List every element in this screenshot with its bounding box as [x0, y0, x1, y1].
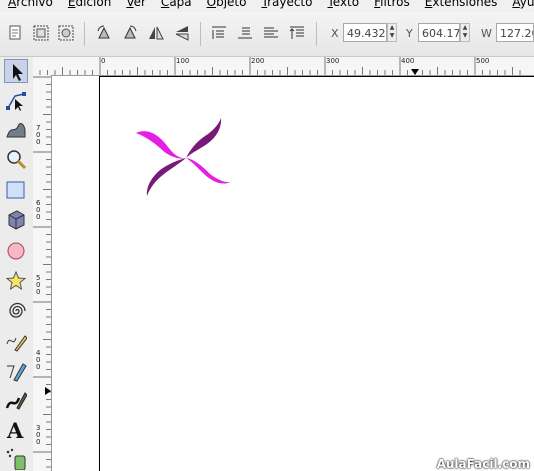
vertical-ruler[interactable]: 700 600 500 400 300: [33, 75, 52, 471]
h-ruler-label: 500: [476, 57, 490, 65]
v-ruler-label: 700: [36, 124, 41, 146]
select-all-layers-icon[interactable]: [32, 24, 50, 42]
zoom-tool[interactable]: [4, 147, 28, 171]
circle-icon: [7, 242, 25, 260]
deselect-icon[interactable]: [57, 24, 75, 42]
menu-objeto[interactable]: Objeto: [207, 0, 247, 9]
rectangle-tool[interactable]: [4, 178, 28, 202]
v-ruler-label: 500: [36, 274, 41, 296]
y-spinner[interactable]: ▲ ▼: [460, 23, 470, 42]
separator: [316, 22, 317, 46]
calligraphy-icon: [5, 392, 27, 410]
pen-tool[interactable]: [4, 359, 28, 383]
rotate-ccw-icon[interactable]: [95, 24, 113, 42]
calligraphy-tool[interactable]: [4, 389, 28, 413]
horizontal-ruler[interactable]: 0 100 200 300 400 500: [33, 57, 534, 76]
select-all-icon[interactable]: [6, 24, 24, 42]
node-tool[interactable]: [4, 89, 28, 113]
text-tool[interactable]: A: [4, 418, 28, 442]
flip-horizontal-icon[interactable]: [147, 24, 165, 42]
ruler-marker-icon: [411, 69, 419, 75]
pencil-icon: [6, 335, 27, 352]
spiral-tool[interactable]: [4, 299, 28, 323]
ellipse-tool[interactable]: [4, 239, 28, 263]
x-label: X: [331, 27, 339, 40]
rectangle-icon: [6, 181, 25, 199]
selector-tool[interactable]: [4, 59, 28, 83]
lower-to-bottom-icon[interactable]: [288, 24, 306, 42]
node-icon: [6, 92, 26, 111]
tweak-icon: [6, 122, 26, 138]
page-border-top: [99, 76, 534, 77]
tool-controls-bar: X 49.432 ▲▼ Y 604.174 ▲▼ W 127.20: [0, 12, 534, 57]
3d-box-tool[interactable]: [4, 208, 28, 232]
menu-extensiones[interactable]: Extensiones: [425, 0, 498, 9]
watermark: AulaFacil.com: [436, 457, 530, 471]
magnifier-icon: [7, 150, 27, 170]
v-ruler-label: 400: [36, 349, 41, 371]
page-border-left: [99, 76, 100, 471]
h-ruler-label: 200: [251, 57, 265, 65]
menu-edicion[interactable]: Edición: [68, 0, 111, 9]
h-ruler-label: 400: [401, 57, 415, 65]
svg-text:A: A: [6, 419, 24, 441]
tweak-tool[interactable]: [4, 117, 28, 141]
h-ruler-label: 100: [176, 57, 190, 65]
lower-icon[interactable]: [262, 24, 280, 42]
spray-icon: [6, 448, 26, 470]
menu-ayuda[interactable]: Ayuda: [512, 0, 534, 9]
cube-icon: [8, 210, 25, 230]
horizontal-ruler-ticks: [39, 57, 521, 75]
menu-ver[interactable]: Ver: [126, 0, 146, 9]
separator: [200, 22, 201, 46]
menu-bar: Archivo Edición Ver Capa Objeto Trayecto…: [0, 0, 534, 12]
spiral-icon: [9, 302, 26, 318]
w-label: W: [481, 27, 492, 40]
raise-to-top-icon[interactable]: [210, 24, 228, 42]
menu-capa[interactable]: Capa: [161, 0, 192, 9]
x-field[interactable]: 49.432: [343, 23, 387, 42]
ruler-marker-icon: [45, 387, 51, 395]
menu-archivo[interactable]: Archivo: [8, 0, 53, 9]
star-icon: [5, 270, 27, 291]
pencil-tool[interactable]: [4, 329, 28, 353]
y-field[interactable]: 604.174: [418, 23, 460, 42]
drawing-canvas[interactable]: [52, 76, 534, 471]
v-ruler-label: 300: [36, 424, 41, 446]
menu-trayecto[interactable]: Trayecto: [261, 0, 312, 9]
menu-filtros[interactable]: Filtros: [374, 0, 410, 9]
x-spinner[interactable]: ▲ ▼: [387, 23, 397, 42]
toolbox: A: [0, 57, 34, 471]
flip-vertical-icon[interactable]: [173, 24, 191, 42]
menu-texto[interactable]: Texto: [327, 0, 359, 9]
w-field[interactable]: 127.20: [496, 23, 534, 42]
menu-items: Archivo Edición Ver Capa Objeto Trayecto…: [8, 0, 534, 9]
v-ruler-label: 600: [36, 199, 41, 221]
h-ruler-label: 0: [101, 57, 106, 65]
rotate-cw-icon[interactable]: [121, 24, 139, 42]
separator: [84, 22, 85, 46]
raise-icon[interactable]: [236, 24, 254, 42]
pen-icon: [7, 363, 27, 382]
spray-tool[interactable]: [4, 447, 28, 471]
h-ruler-label: 300: [326, 57, 340, 65]
text-icon: A: [6, 419, 24, 441]
star-tool[interactable]: [4, 269, 28, 293]
arrow-icon: [13, 64, 23, 81]
y-label: Y: [406, 27, 413, 40]
